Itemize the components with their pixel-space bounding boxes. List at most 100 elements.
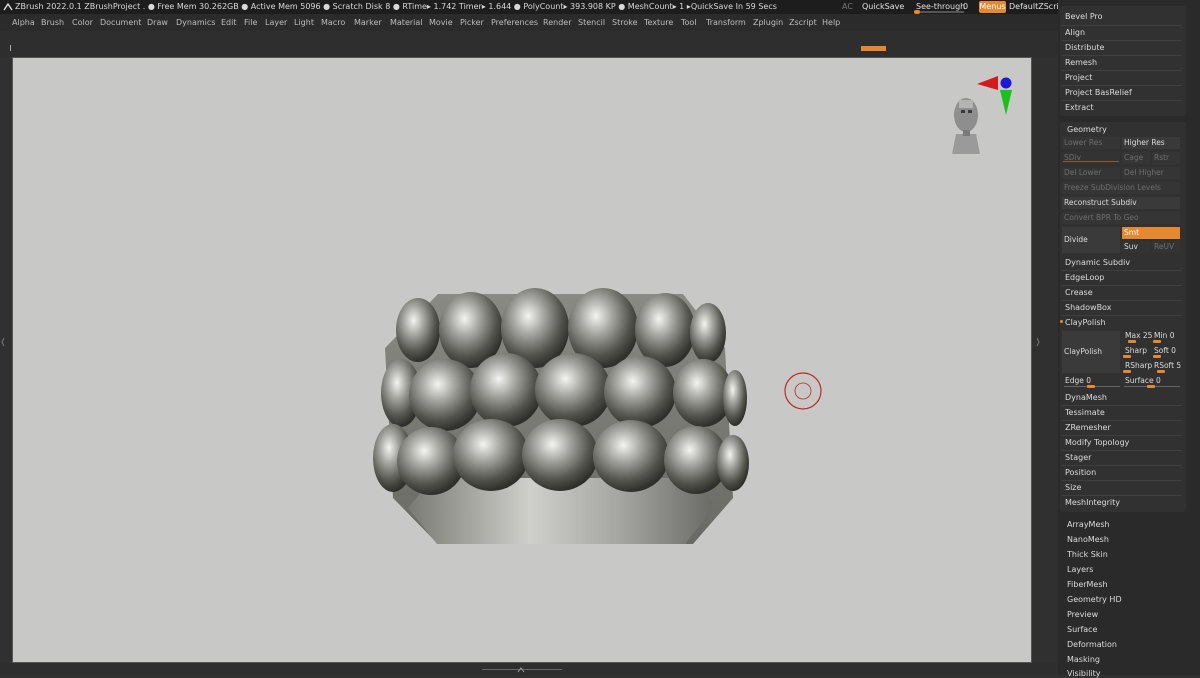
del-lower-button[interactable]: Del Lower	[1062, 167, 1120, 179]
meshintegrity-item[interactable]: MeshIntegrity	[1065, 498, 1120, 507]
higher-res-button[interactable]: Higher Res	[1122, 137, 1180, 149]
zremesher-item[interactable]: ZRemesher	[1065, 423, 1111, 432]
rsharp-knob[interactable]	[1123, 370, 1131, 373]
layers-item[interactable]: Layers	[1067, 565, 1093, 574]
bevel-pro-item[interactable]: Bevel Pro	[1065, 12, 1103, 21]
convert-bpr-button[interactable]: Convert BPR To Geo	[1062, 212, 1180, 224]
menu-picker[interactable]: Picker	[460, 14, 484, 31]
size-item[interactable]: Size	[1065, 483, 1081, 492]
menu-light[interactable]: Light	[294, 14, 314, 31]
menu-macro[interactable]: Macro	[321, 14, 345, 31]
divide-button[interactable]: Divide	[1062, 227, 1120, 253]
rsharp-slider[interactable]: RSharp	[1125, 361, 1152, 370]
lower-res-button[interactable]: Lower Res	[1062, 137, 1120, 149]
project-item[interactable]: Project	[1065, 73, 1092, 82]
reuv-button[interactable]: ReUV	[1152, 241, 1180, 253]
geometry-hd-item[interactable]: Geometry HD	[1067, 595, 1122, 604]
axis-gizmo[interactable]	[977, 76, 1012, 115]
edgeloop-item[interactable]: EdgeLoop	[1065, 273, 1104, 282]
suv-toggle[interactable]: Suv	[1122, 241, 1150, 253]
sharp-slider[interactable]: Sharp	[1125, 346, 1147, 355]
del-higher-button[interactable]: Del Higher	[1122, 167, 1180, 179]
surface-item[interactable]: Surface	[1067, 625, 1097, 634]
right-tray-handle[interactable]	[1036, 312, 1040, 372]
nanomesh-item[interactable]: NanoMesh	[1067, 535, 1109, 544]
shadowbox-item[interactable]: ShadowBox	[1065, 303, 1111, 312]
extract-item[interactable]: Extract	[1065, 103, 1094, 112]
seethrough-slider[interactable]: See-through 0	[912, 0, 972, 14]
menu-document[interactable]: Document	[100, 14, 141, 31]
modify-topology-item[interactable]: Modify Topology	[1065, 438, 1129, 447]
menu-texture[interactable]: Texture	[644, 14, 673, 31]
rsoft-knob[interactable]	[1157, 370, 1165, 373]
edge-knob[interactable]	[1087, 385, 1095, 388]
dynamesh-item[interactable]: DynaMesh	[1065, 393, 1107, 402]
claypolish-button[interactable]: ClayPolish	[1062, 331, 1120, 373]
rstr-button[interactable]: Rstr	[1152, 152, 1180, 164]
max-knob[interactable]	[1128, 340, 1136, 343]
align-item[interactable]: Align	[1065, 28, 1085, 37]
quicksave-button[interactable]: QuickSave	[862, 0, 904, 14]
menu-zscript[interactable]: Zscript	[789, 14, 817, 31]
status-text: ZBrush 2022.0.1 ZBrushProject . ● Free M…	[15, 2, 777, 11]
max-slider[interactable]: Max 25	[1125, 331, 1152, 340]
sdiv-slider[interactable]: SDiv	[1062, 152, 1120, 164]
menu-layer[interactable]: Layer	[265, 14, 287, 31]
ac-button[interactable]: AC	[842, 0, 853, 14]
menu-file[interactable]: File	[244, 14, 257, 31]
menu-draw[interactable]: Draw	[147, 14, 168, 31]
position-item[interactable]: Position	[1065, 468, 1096, 477]
menu-stencil[interactable]: Stencil	[578, 14, 605, 31]
smt-toggle[interactable]: Smt	[1122, 227, 1180, 239]
masking-item[interactable]: Masking	[1067, 655, 1100, 664]
menu-help[interactable]: Help	[822, 14, 840, 31]
stager-item[interactable]: Stager	[1065, 453, 1091, 462]
visibility-item[interactable]: Visibility	[1067, 669, 1101, 678]
cage-button[interactable]: Cage	[1122, 152, 1150, 164]
dynamic-subdiv-item[interactable]: Dynamic Subdiv	[1065, 258, 1130, 267]
menu-stroke[interactable]: Stroke	[612, 14, 638, 31]
menu-dynamics[interactable]: Dynamics	[176, 14, 215, 31]
menus-button[interactable]: Menus	[979, 1, 1006, 13]
rsoft-slider[interactable]: RSoft 5	[1154, 361, 1181, 370]
fibermesh-item[interactable]: FiberMesh	[1067, 580, 1108, 589]
menu-alpha[interactable]: Alpha	[12, 14, 35, 31]
shelf-orange-indicator[interactable]	[861, 46, 886, 51]
reconstruct-subdiv-button[interactable]: Reconstruct Subdiv	[1062, 197, 1180, 209]
left-tray-handle[interactable]	[1, 312, 5, 372]
thick-skin-item[interactable]: Thick Skin	[1067, 550, 1108, 559]
geometry-header[interactable]: Geometry	[1067, 125, 1107, 134]
arraymesh-item[interactable]: ArrayMesh	[1067, 520, 1110, 529]
menu-edit[interactable]: Edit	[221, 14, 237, 31]
freeze-subdivision-button[interactable]: Freeze SubDivision Levels	[1062, 182, 1180, 194]
menu-render[interactable]: Render	[543, 14, 571, 31]
deformation-item[interactable]: Deformation	[1067, 640, 1117, 649]
distribute-item[interactable]: Distribute	[1065, 43, 1104, 52]
document-canvas[interactable]	[12, 57, 1032, 663]
menu-tool[interactable]: Tool	[681, 14, 697, 31]
menu-material[interactable]: Material	[390, 14, 423, 31]
claypolish-header[interactable]: ClayPolish	[1065, 318, 1106, 327]
navigation-head-icon[interactable]	[952, 98, 980, 154]
min-slider[interactable]: Min 0	[1154, 331, 1174, 340]
remesh-item[interactable]: Remesh	[1065, 58, 1097, 67]
menu-color[interactable]: Color	[72, 14, 93, 31]
soft-slider[interactable]: Soft 0	[1154, 346, 1176, 355]
crease-item[interactable]: Crease	[1065, 288, 1093, 297]
min-knob[interactable]	[1153, 340, 1161, 343]
chevron-up-icon[interactable]	[517, 667, 525, 673]
menu-preferences[interactable]: Preferences	[491, 14, 538, 31]
menu-zplugin[interactable]: Zplugin	[753, 14, 783, 31]
edge-slider[interactable]: Edge 0	[1065, 376, 1091, 385]
project-basrelief-item[interactable]: Project BasRelief	[1065, 88, 1132, 97]
soft-knob[interactable]	[1153, 355, 1161, 358]
sharp-knob[interactable]	[1123, 355, 1131, 358]
surface-knob[interactable]	[1147, 385, 1155, 388]
surface-slider[interactable]: Surface 0	[1125, 376, 1161, 385]
menu-movie[interactable]: Movie	[429, 14, 453, 31]
tessimate-item[interactable]: Tessimate	[1065, 408, 1105, 417]
menu-transform[interactable]: Transform	[706, 14, 746, 31]
preview-item[interactable]: Preview	[1067, 610, 1098, 619]
menu-marker[interactable]: Marker	[354, 14, 382, 31]
menu-brush[interactable]: Brush	[41, 14, 64, 31]
